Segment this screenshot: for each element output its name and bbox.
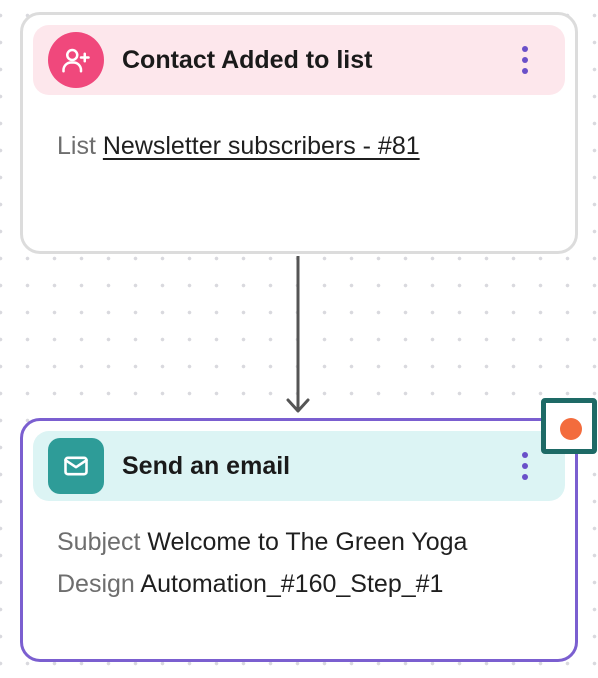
- design-value: Automation_#160_Step_#1: [140, 570, 444, 598]
- trigger-card-menu-button[interactable]: [515, 40, 535, 80]
- send-email-card-title: Send an email: [122, 451, 291, 480]
- kebab-dot: [522, 474, 528, 480]
- send-email-card-header: Send an email: [33, 431, 565, 501]
- status-dot: [560, 418, 582, 440]
- list-label: List: [57, 132, 96, 160]
- send-email-card[interactable]: Send an email Subject Welcome to The Gre…: [20, 418, 578, 662]
- trigger-card[interactable]: Contact Added to list List Newsletter su…: [20, 12, 578, 254]
- send-email-card-menu-button[interactable]: [515, 446, 535, 486]
- subject-label: Subject: [57, 528, 141, 556]
- trigger-card-body: List Newsletter subscribers - #81: [57, 125, 555, 167]
- subject-row: Subject Welcome to The Green Yoga: [57, 521, 555, 563]
- subject-value: Welcome to The Green Yoga: [147, 528, 468, 556]
- trigger-card-title: Contact Added to list: [122, 45, 373, 74]
- status-handle[interactable]: [541, 398, 597, 454]
- kebab-dot: [522, 57, 528, 63]
- design-label: Design: [57, 570, 135, 598]
- list-link[interactable]: Newsletter subscribers - #81: [103, 132, 420, 160]
- kebab-dot: [522, 46, 528, 52]
- kebab-dot: [522, 452, 528, 458]
- workflow-canvas[interactable]: Contact Added to list List Newsletter su…: [0, 0, 598, 678]
- design-row: Design Automation_#160_Step_#1: [57, 563, 555, 605]
- trigger-card-header: Contact Added to list: [33, 25, 565, 95]
- mail-icon: [48, 438, 104, 494]
- kebab-dot: [522, 463, 528, 469]
- kebab-dot: [522, 68, 528, 74]
- send-email-card-body: Subject Welcome to The Green Yoga Design…: [57, 521, 555, 605]
- user-plus-icon: [48, 32, 104, 88]
